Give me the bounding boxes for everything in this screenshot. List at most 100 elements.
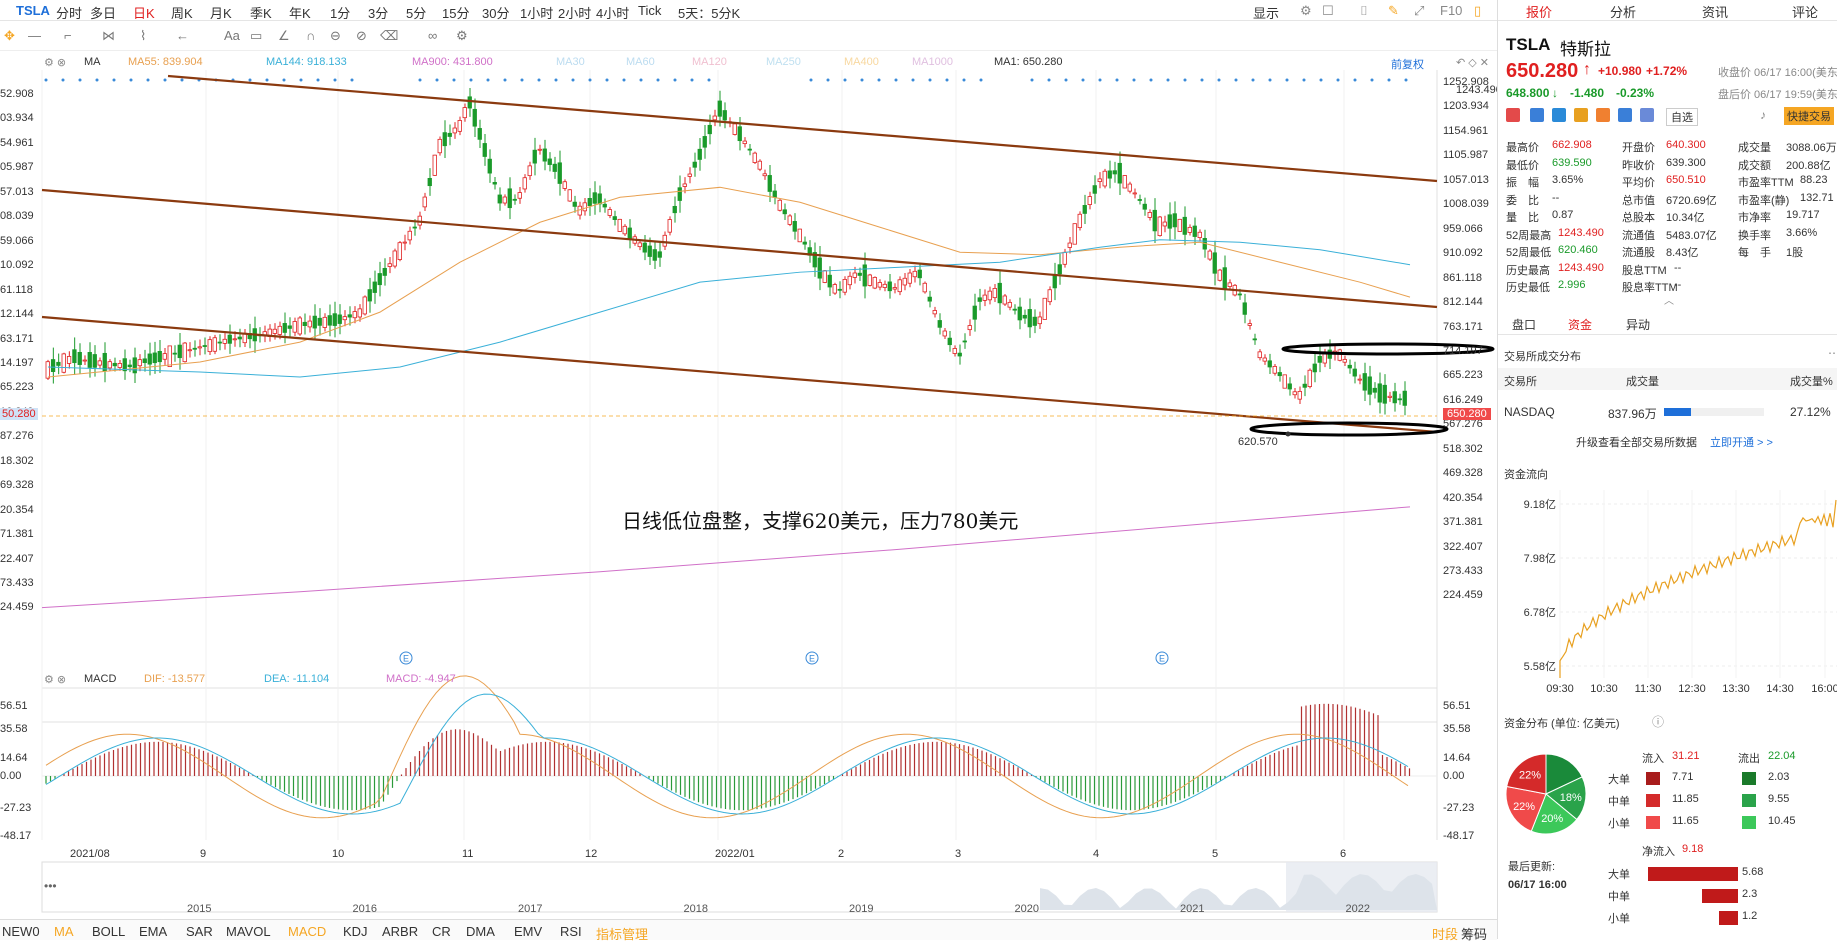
period-tab[interactable]: 2小时 [558, 3, 591, 22]
period-tab[interactable]: 年K [289, 3, 311, 22]
indicator-tab[interactable]: 指标管理 [596, 924, 648, 943]
line-tool-icon[interactable]: — [28, 28, 41, 43]
draw-settings-icon[interactable]: ⚙ [456, 28, 468, 44]
kline-chart[interactable]: E E E ••• [0, 50, 1497, 919]
camera-icon[interactable]: ⌷ [1360, 3, 1368, 19]
period-tab[interactable]: 30分 [482, 3, 509, 22]
net-inflow-label: 净流入 [1642, 846, 1675, 858]
candle-body [1297, 390, 1302, 400]
add-watchlist-button[interactable]: 自选 [1666, 108, 1698, 126]
macd-label[interactable]: MACD [84, 673, 116, 685]
indicator-tab[interactable]: MACD [288, 924, 326, 939]
indicator-tab[interactable]: KDJ [343, 924, 368, 939]
subtab-capital[interactable]: 资金 [1568, 316, 1592, 333]
candle-body [887, 281, 892, 292]
candle-body [87, 352, 92, 368]
comment-tool-icon[interactable]: ▭ [250, 28, 262, 44]
candle-body [942, 330, 947, 337]
indicator-tab[interactable]: SAR [186, 924, 213, 939]
event-dot [673, 78, 677, 82]
indicator-tab[interactable]: BOLL [92, 924, 125, 939]
link-icon[interactable]: ∞ [428, 28, 437, 43]
brush-tool-icon[interactable]: ⌇ [140, 28, 146, 44]
period-tab[interactable]: Tick [638, 3, 661, 18]
trash-icon[interactable]: ⌫ [380, 28, 398, 44]
macd-legend: MACD: -4.947 [386, 673, 456, 685]
subtab-movement[interactable]: 异动 [1626, 316, 1650, 333]
indicator-tab[interactable]: EMV [514, 924, 542, 939]
candle-body [357, 308, 362, 318]
candle-body [517, 192, 522, 199]
indicator-tab[interactable]: MAVOL [226, 924, 271, 939]
crosshair-icon[interactable]: ✥ [4, 28, 15, 44]
candle-body [1387, 395, 1392, 398]
indicator-tab[interactable]: ARBR [382, 924, 418, 939]
period-tab[interactable]: 季K [250, 3, 272, 22]
period-tab[interactable]: 周K [171, 3, 193, 22]
lock-tool-icon[interactable]: ⊖ [330, 28, 341, 44]
candle-body [582, 202, 587, 212]
candle-body [1192, 225, 1197, 237]
date-tick: 6 [1340, 848, 1347, 860]
tab-quote[interactable]: 报价 [1526, 2, 1552, 21]
settings-icon[interactable]: ⚙ [1300, 3, 1312, 19]
indicator-tab-chips[interactable]: 筹码 [1461, 924, 1487, 943]
arrow-tool-icon[interactable]: ← [176, 28, 189, 43]
indicator-tab[interactable]: DMA [466, 924, 495, 939]
fund-time-tick: 14:30 [1766, 683, 1794, 695]
shape-tool-icon[interactable]: ⌐ [64, 28, 72, 43]
magnet-tool-icon[interactable]: ∩ [306, 28, 315, 43]
period-tab-active[interactable]: 日K [133, 3, 155, 22]
subtab-orderbook[interactable]: 盘口 [1512, 316, 1536, 333]
upgrade-link[interactable]: 立即开通 > > [1710, 434, 1773, 450]
help-icon[interactable]: ⓘ [1652, 713, 1664, 730]
indicator-tab[interactable]: EMA [139, 924, 167, 939]
indicator-tab[interactable]: RSI [560, 924, 582, 939]
fib-tool-icon[interactable]: ⋈ [102, 28, 115, 44]
ruler-tool-icon[interactable]: ∠ [278, 28, 290, 44]
bell-icon[interactable]: ♪ [1760, 108, 1766, 122]
period-toolbar: TSLA 分时 多日 日K 周K 月K 季K 年K 1分 3分 5分 15分 3… [0, 0, 1497, 21]
display-menu[interactable]: 显示 [1253, 3, 1279, 22]
stat-value: -- [1674, 279, 1682, 291]
hide-tool-icon[interactable]: ⊘ [356, 28, 367, 44]
period-tab[interactable]: 分时 [56, 3, 82, 22]
period-tab[interactable]: 3分 [368, 3, 388, 22]
candle-body [1282, 374, 1287, 389]
period-tab[interactable]: 月K [210, 3, 232, 22]
tab-news[interactable]: 资讯 [1702, 2, 1728, 21]
period-tab[interactable]: 15分 [442, 3, 469, 22]
indicator-tab[interactable]: NEW0 [2, 924, 40, 939]
indicator-tab[interactable]: CR [432, 924, 451, 939]
macd-tick: 0.00 [1443, 770, 1465, 782]
candle-body [1097, 178, 1102, 182]
panel-toggle-icon[interactable]: ▯ [1474, 3, 1481, 19]
indicator-tab-session[interactable]: 时段 [1432, 924, 1458, 943]
text-tool-icon[interactable]: Aa [224, 28, 240, 43]
period-tab[interactable]: 1分 [330, 3, 350, 22]
macd-tick: -48.17 [1443, 830, 1475, 842]
period-tab[interactable]: 多日 [90, 3, 116, 22]
candle-body [857, 272, 862, 276]
candle-body [1022, 314, 1027, 319]
period-tab[interactable]: 1小时 [520, 3, 553, 22]
collapse-icon[interactable]: ︿ [1664, 292, 1674, 307]
pencil-icon[interactable]: ✎ [1388, 3, 1399, 19]
period-tab[interactable]: 5分 [406, 3, 426, 22]
window-icon[interactable]: ☐ [1322, 3, 1334, 19]
tab-analysis[interactable]: 分析 [1610, 2, 1636, 21]
symbol-label: TSLA [16, 3, 50, 18]
more-icon[interactable]: ⋯ [1828, 346, 1837, 360]
quick-trade-button[interactable]: 快捷交易 [1784, 107, 1834, 125]
indicator-tab[interactable]: MA [54, 924, 74, 939]
macd-settings-icon[interactable]: ⚙ ⊗ [44, 673, 66, 686]
s-badge-icon [1552, 108, 1566, 122]
period-tab[interactable]: 4小时 [596, 3, 629, 22]
fullscreen-icon[interactable]: ⤢ [1414, 3, 1424, 19]
inflow-swatch [1646, 794, 1660, 807]
event-dot [1064, 78, 1068, 82]
tab-comments[interactable]: 评论 [1792, 2, 1818, 21]
chart-tool-icons[interactable]: ↶ ◇ ✕ [1456, 56, 1489, 69]
f10-button[interactable]: F10 [1440, 3, 1462, 18]
period-tab[interactable]: 5天：5分K [678, 3, 740, 22]
